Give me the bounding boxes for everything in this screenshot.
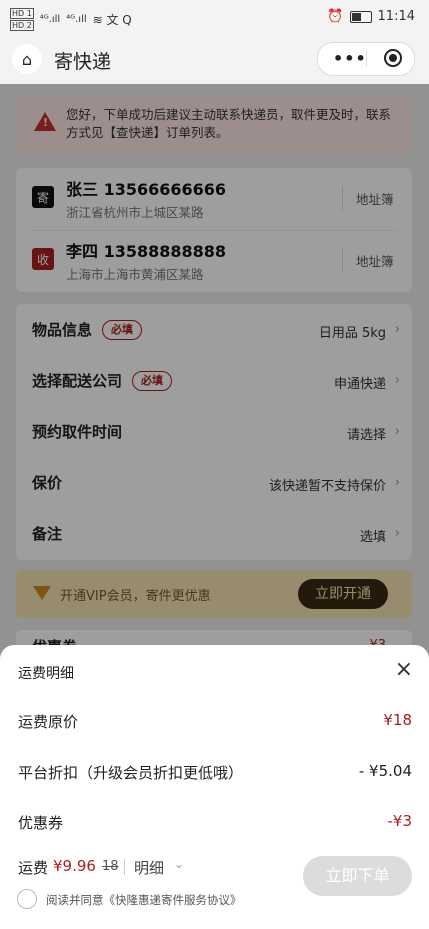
coupon-discount-label: 优惠券 bbox=[18, 814, 64, 832]
coupon-discount-row: 优惠券 -¥3 bbox=[18, 812, 412, 836]
agreement-text[interactable]: 阅读并同意《快隆惠递寄件服务协议》 bbox=[46, 892, 242, 908]
hd2-indicator: HD 2 bbox=[10, 20, 34, 31]
status-left: HD 1 HD 2 ⁴ᴳ.ıll ⁴ᴳ.ıll ≋ 文 Q bbox=[10, 8, 132, 31]
close-miniprogram-icon[interactable] bbox=[384, 49, 402, 67]
fee-original-label: 运费原价 bbox=[18, 713, 79, 731]
coupon-discount-value: -¥3 bbox=[387, 812, 413, 830]
signal-icon-1: ⁴ᴳ.ıll bbox=[39, 14, 61, 25]
platform-discount-row: 平台折扣（升级会员折扣更低哦） - ¥5.04 bbox=[18, 762, 412, 786]
more-icon[interactable]: ••• bbox=[333, 49, 367, 68]
signal-icon-2: ⁴ᴳ.ıll bbox=[66, 14, 87, 25]
title-bar: ⌂ 寄快递 ••• bbox=[0, 34, 429, 84]
page-title: 寄快递 bbox=[54, 51, 112, 73]
miniprogram-capsule: ••• bbox=[317, 42, 415, 76]
platform-discount-label: 平台折扣（升级会员折扣更低哦） bbox=[18, 764, 244, 782]
order-footer: 运费 ¥9.96 18 明细 ⌄ 立即下单 阅读并同意《快隆惠递寄件服务协议》 bbox=[0, 845, 429, 929]
platform-discount-value: - ¥5.04 bbox=[358, 762, 412, 780]
status-bar: HD 1 HD 2 ⁴ᴳ.ıll ⁴ᴳ.ıll ≋ 文 Q ⏰ 11:14 bbox=[0, 0, 429, 34]
divider bbox=[124, 859, 125, 875]
fee-total-label: 运费 bbox=[18, 859, 49, 877]
hd1-indicator: HD 1 bbox=[10, 8, 34, 19]
clock: 11:14 bbox=[377, 9, 415, 24]
agreement-checkbox[interactable] bbox=[17, 889, 37, 909]
fee-original-value: ¥18 bbox=[383, 711, 412, 729]
fee-original-row: 运费原价 ¥18 bbox=[18, 711, 412, 735]
capsule-divider bbox=[366, 51, 367, 67]
sheet-title: 运费明细 bbox=[18, 666, 74, 682]
status-extra-icons: ≋ 文 Q bbox=[92, 13, 132, 27]
home-button[interactable]: ⌂ bbox=[12, 44, 42, 74]
close-icon[interactable]: × bbox=[395, 657, 413, 682]
fee-original-strikethrough: 18 bbox=[102, 859, 119, 874]
battery-icon bbox=[349, 10, 372, 23]
fee-detail-sheet: 运费明细 × 运费原价 ¥18 平台折扣（升级会员折扣更低哦） - ¥5.04 … bbox=[0, 645, 429, 929]
fee-detail-toggle[interactable]: 明细 bbox=[134, 857, 164, 878]
alarm-icon: ⏰ bbox=[327, 9, 344, 24]
place-order-button[interactable]: 立即下单 bbox=[303, 856, 412, 896]
chevron-down-icon[interactable]: ⌄ bbox=[174, 857, 184, 871]
fee-total-price: ¥9.96 bbox=[53, 857, 96, 875]
home-icon: ⌂ bbox=[21, 49, 33, 69]
status-right: ⏰ 11:14 bbox=[327, 9, 415, 24]
